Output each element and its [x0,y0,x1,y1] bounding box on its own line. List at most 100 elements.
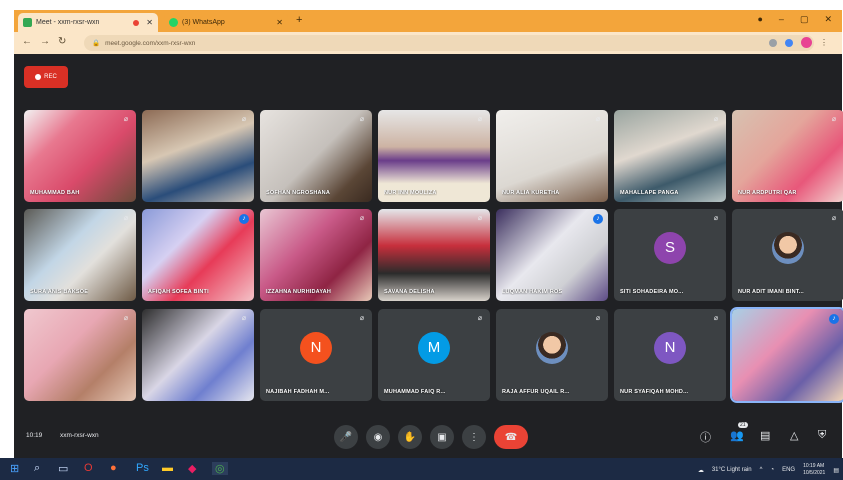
meet-control-bar: 10:19 xxm-rxsr-wxn 🎤 ◉ ✋ ▣ ⋮ ☎ ⓘ 👥 21 ▤ … [14,420,842,458]
notifications-icon[interactable]: ▤ [833,467,839,474]
tray-chevron-icon[interactable]: ^ [760,467,763,473]
participant-name: SAVANA DELISHA [384,289,435,295]
raise-hand-icon: ✋ [403,431,417,443]
mic-off-icon: ⌀ [713,116,719,123]
browser-toolbar: ← → ↻ 🔒 meet.google.com/xxm-rxsr-wxn ⋮ [14,32,842,54]
participant-tile[interactable]: ⌀ IZZAHNA NURHIDAYAH [260,209,372,301]
participant-name: RAJA AFFUR UQAIL R... [502,389,570,395]
close-tab-icon[interactable]: ✕ [276,18,283,27]
participant-tile[interactable]: ♪ [730,307,843,403]
people-icon[interactable]: 👥 [730,429,744,442]
meeting-time: 10:19 [26,432,43,439]
info-icon[interactable]: ⓘ [700,429,711,445]
clock-time: 10:19 AM [803,463,825,469]
host-controls-icon[interactable]: ⛨ [818,429,826,442]
participant-tile[interactable]: M ⌀ MUHAMMAD FAIQ R... [378,309,490,401]
lock-icon: 🔒 [92,40,101,47]
menu-icon[interactable]: ⋮ [820,38,828,47]
extension-icon[interactable] [785,38,793,47]
firefox-icon[interactable]: ● [110,462,117,474]
participant-name: IZZAHNA NURHIDAYAH [266,289,332,295]
raise-hand-button[interactable]: ✋ [398,425,422,449]
participant-tile[interactable]: ⌀ MUHAMMAD BAH [24,110,136,202]
screenshot: Meet - xxm-rxsr-wxn ✕ (3) WhatsApp ✕ + ●… [0,0,843,480]
recording-indicator-icon [133,19,140,26]
back-icon[interactable]: ← [22,36,32,47]
participant-name: MAHALLAPE PANGA [620,190,679,196]
participant-tile[interactable]: ⌀ SURA ANIS BAKSOE [24,209,136,301]
end-call-button[interactable]: ☎ [494,425,528,449]
participant-tile[interactable]: ⌀ [24,309,136,401]
participant-tile[interactable]: ⌀ NUR ALIA KURETHA [496,110,608,202]
participant-tile[interactable]: ⌀ SOFHAN NGROSHANA [260,110,372,202]
search-icon[interactable]: ⌕ [34,462,40,475]
windows-start-icon[interactable]: ⊞ [10,462,19,475]
toolbar-right: ⋮ [769,37,828,48]
meet-window: REC ⌀ MUHAMMAD BAH ⌀ ⌀ SOFHAN NGROSHANA ⌀ NUR … [14,54,843,458]
participant-video [260,209,372,301]
reload-icon[interactable]: ↻ [58,36,66,47]
maximize-icon[interactable]: ▢ [800,14,809,25]
tab-title: (3) WhatsApp [182,19,225,26]
mic-button[interactable]: 🎤 [334,425,358,449]
participant-name: LUQMAN HAKIM ROS [502,289,563,295]
video-app-icon[interactable]: ◆ [188,462,196,475]
url-text: meet.google.com/xxm-rxsr-wxn [105,39,196,47]
participant-name: NUR ARDPUTRI QAR [738,190,797,196]
participant-video [24,110,136,202]
participant-tile[interactable]: ⌀ RAJA AFFUR UQAIL R... [496,309,608,401]
participant-name: NAJIBAH FADHAH M... [266,389,330,395]
participant-name: AFIQAH SOFEA BINTI [148,289,209,295]
photoshop-icon[interactable]: Ps [136,462,149,474]
participant-tile[interactable]: S ⌀ SITI SOHADEIRA MO... [614,209,726,301]
minimize-icon[interactable]: – [779,14,784,25]
meeting-code: xxm-rxsr-wxn [60,432,99,439]
camera-permission-icon[interactable] [769,38,777,47]
participant-tile[interactable]: ⌀ NUR ARDPUTRI QAR [732,110,843,202]
participant-tile[interactable]: ⌀ [142,110,254,202]
more-options-button[interactable]: ⋮ [462,425,486,449]
mic-off-icon: ⌀ [123,215,129,222]
mic-off-icon: ⌀ [831,215,837,222]
clock[interactable]: 10:19 AM 10/5/2021 [803,463,825,477]
participant-tile[interactable]: ⌀ MAHALLAPE PANGA [614,110,726,202]
participant-tile[interactable]: N ⌀ NAJIBAH FADHAH M... [260,309,372,401]
participant-tile[interactable]: ♪ LUQMAN HAKIM ROS [496,209,608,301]
participant-tile[interactable]: ⌀ [142,309,254,401]
activities-icon[interactable]: △ [790,429,798,442]
chat-icon[interactable]: ▤ [760,429,770,442]
close-tab-icon[interactable]: ✕ [146,18,153,27]
participant-tile[interactable]: N ⌀ NUR SYAFIQAH MOHD... [614,309,726,401]
mic-off-icon: ⌀ [713,215,719,222]
participant-video [496,110,608,202]
camera-button[interactable]: ◉ [366,425,390,449]
tab-meet[interactable]: Meet - xxm-rxsr-wxn ✕ [18,13,158,32]
mic-off-icon: ⌀ [831,116,837,123]
participant-tile[interactable]: ⌀ SAVANA DELISHA [378,209,490,301]
participant-video [142,110,254,202]
participant-name: SOFHAN NGROSHANA [266,190,331,196]
participant-tile[interactable]: ⌀ NUR ADIT IMANI BINT... [732,209,843,301]
present-button[interactable]: ▣ [430,425,454,449]
profile-avatar[interactable] [801,37,812,48]
address-bar[interactable]: 🔒 meet.google.com/xxm-rxsr-wxn [84,35,814,51]
participant-tile[interactable]: ⌀ NUR INN MOULIZA [378,110,490,202]
mic-off-icon: ⌀ [241,116,247,123]
participant-video [142,309,254,401]
new-tab-button[interactable]: + [296,14,302,26]
network-icon[interactable]: ◔ [770,467,774,473]
language-indicator[interactable]: ENG [782,467,795,473]
opera-icon[interactable]: O [84,462,93,474]
task-view-icon[interactable]: ▭ [58,462,68,475]
present-icon: ▣ [437,431,447,443]
participant-tile[interactable]: ♪ AFIQAH SOFEA BINTI [142,209,254,301]
chrome-icon[interactable]: ◎ [212,462,228,475]
forward-icon[interactable]: → [40,36,50,47]
file-explorer-icon[interactable]: ▬ [162,462,173,474]
participant-avatar: S [654,231,686,264]
close-window-icon[interactable]: ✕ [824,14,832,25]
tab-whatsapp[interactable]: (3) WhatsApp ✕ [164,13,288,32]
profile-dot-icon[interactable]: ● [757,14,762,25]
speaking-icon: ♪ [239,214,249,224]
recording-badge[interactable]: REC [24,66,68,88]
